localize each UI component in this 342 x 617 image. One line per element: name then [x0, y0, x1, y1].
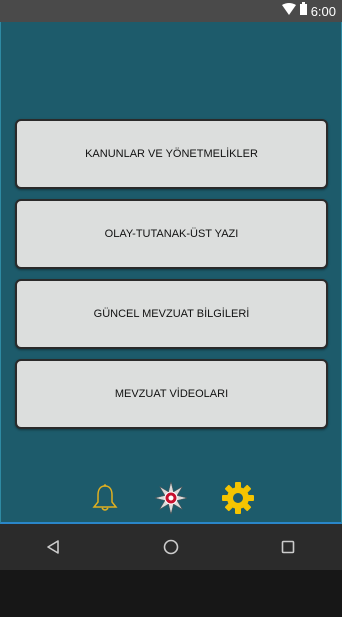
- menu-button-guncel-mevzuat[interactable]: GÜNCEL MEVZUAT BİLGİLERİ: [15, 279, 328, 349]
- wifi-icon: [281, 2, 296, 20]
- bell-icon[interactable]: [87, 480, 123, 516]
- emblem-icon[interactable]: [153, 480, 189, 516]
- battery-icon: [299, 2, 307, 20]
- menu-button-olay-tutanak[interactable]: OLAY-TUTANAK-ÜST YAZI: [15, 199, 328, 269]
- bottom-toolbar: [1, 480, 341, 524]
- home-icon[interactable]: [158, 534, 184, 560]
- menu-button-label: MEVZUAT VİDEOLARI: [114, 388, 229, 400]
- gear-icon[interactable]: [220, 480, 256, 516]
- system-nav-bar: [0, 524, 342, 570]
- status-bar: 6:00: [0, 0, 342, 22]
- recents-icon[interactable]: [275, 534, 301, 560]
- app-content: KANUNLAR VE YÖNETMELİKLER OLAY-TUTANAK-Ü…: [0, 22, 342, 524]
- menu-button-label: OLAY-TUTANAK-ÜST YAZI: [104, 228, 239, 240]
- menu-button-mevzuat-videolari[interactable]: MEVZUAT VİDEOLARI: [15, 359, 328, 429]
- status-time: 6:00: [310, 3, 336, 19]
- menu-button-label: GÜNCEL MEVZUAT BİLGİLERİ: [93, 308, 250, 320]
- back-icon[interactable]: [40, 534, 66, 560]
- menu-button-kanunlar[interactable]: KANUNLAR VE YÖNETMELİKLER: [15, 119, 328, 189]
- menu-button-label: KANUNLAR VE YÖNETMELİKLER: [85, 148, 258, 160]
- screen-bottom-area: [0, 570, 342, 617]
